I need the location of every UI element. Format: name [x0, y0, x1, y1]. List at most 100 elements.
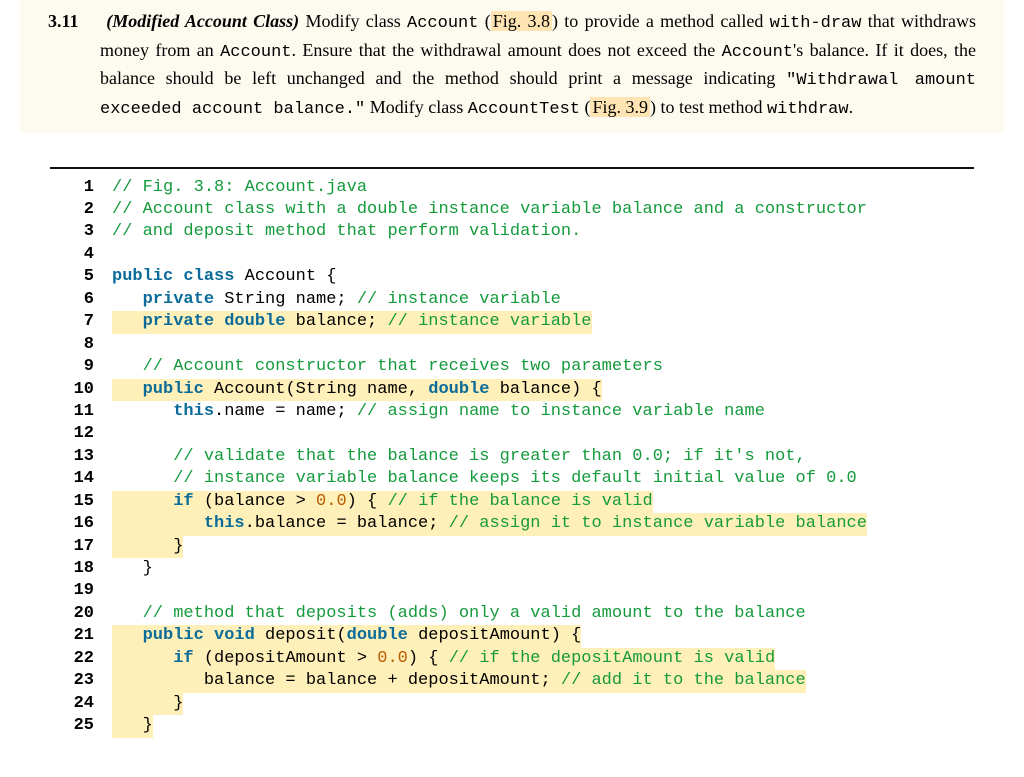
problem-title: (Modified Account Class): [106, 11, 299, 31]
code-line: 18 }: [50, 558, 984, 580]
line-number: 10: [50, 379, 112, 401]
code-identifier: }: [112, 559, 153, 578]
figure-ref: Fig. 3.9: [590, 97, 650, 117]
code-identifier: balance;: [296, 312, 388, 331]
code-identifier: (depositAmount >: [204, 649, 377, 668]
line-number: 8: [50, 334, 112, 356]
code-comment: // instance variable: [357, 290, 561, 309]
method-ref: with-: [770, 14, 821, 33]
line-number: 18: [50, 558, 112, 580]
code-line: 12: [50, 423, 984, 445]
code-identifier: }: [112, 716, 153, 735]
line-number: 7: [50, 311, 112, 333]
line-number: 9: [50, 356, 112, 378]
code-line: 15 if (balance > 0.0) { // if the balanc…: [50, 491, 984, 513]
code-comment: // method that deposits (adds) only a va…: [112, 604, 806, 623]
code-comment: // if the balance is valid: [387, 492, 652, 511]
code-line: 19: [50, 580, 984, 602]
line-number: 12: [50, 423, 112, 445]
code-line: 10 public Account(String name, double ba…: [50, 379, 984, 401]
method-ref: withdraw: [767, 100, 849, 119]
line-number: 22: [50, 648, 112, 670]
code-line: 24 }: [50, 693, 984, 715]
code-keyword: this: [112, 402, 214, 421]
code-line: 3// and deposit method that perform vali…: [50, 221, 984, 243]
code-separator: [50, 167, 974, 169]
code-line: 23 balance = balance + depositAmount; //…: [50, 670, 984, 692]
code-keyword: if: [112, 649, 204, 668]
line-number: 21: [50, 625, 112, 647]
code-keyword: public class: [112, 267, 245, 286]
code-line: 9 // Account constructor that receives t…: [50, 356, 984, 378]
code-literal: 0.0: [316, 492, 347, 511]
code-comment: // assign it to instance variable balanc…: [449, 514, 867, 533]
line-number: 3: [50, 221, 112, 243]
code-comment: // Fig. 3.8: Account.java: [112, 178, 367, 197]
code-comment: // Account constructor that receives two…: [112, 357, 663, 376]
code-line: 11 this.name = name; // assign name to i…: [50, 401, 984, 423]
line-number: 16: [50, 513, 112, 535]
line-number: 23: [50, 670, 112, 692]
code-comment: // assign name to instance variable name: [357, 402, 765, 421]
line-number: 14: [50, 468, 112, 490]
code-line: 7 private double balance; // instance va…: [50, 311, 984, 333]
code-identifier: Account: [245, 267, 327, 286]
class-ref: Account: [220, 43, 291, 62]
code-keyword: public: [112, 380, 214, 399]
code-identifier: }: [112, 537, 183, 556]
line-number: 11: [50, 401, 112, 423]
line-number: 20: [50, 603, 112, 625]
line-number: 19: [50, 580, 112, 602]
code-line: 6 private String name; // instance varia…: [50, 289, 984, 311]
code-identifier: Account(String name,: [214, 380, 428, 399]
code-line: 4: [50, 244, 984, 266]
code-line: 1// Fig. 3.8: Account.java: [50, 177, 984, 199]
code-comment: // and deposit method that perform valid…: [112, 222, 581, 241]
code-identifier: balance = balance + depositAmount;: [112, 671, 561, 690]
class-ref: Account: [407, 14, 478, 33]
code-literal: 0.0: [377, 649, 408, 668]
code-comment: // instance variable balance keeps its d…: [112, 469, 857, 488]
code-line: 25 }: [50, 715, 984, 737]
problem-statement-text: 3.11 (Modified Account Class) Modify cla…: [100, 8, 976, 123]
code-line: 8: [50, 334, 984, 356]
line-number: 1: [50, 177, 112, 199]
code-keyword: double: [428, 380, 499, 399]
problem-number: 3.11: [48, 8, 100, 34]
code-identifier: (balance >: [204, 492, 316, 511]
line-number: 4: [50, 244, 112, 266]
line-number: 25: [50, 715, 112, 737]
code-line: 22 if (depositAmount > 0.0) { // if the …: [50, 648, 984, 670]
line-number: 5: [50, 266, 112, 288]
line-number: 2: [50, 199, 112, 221]
code-comment: // add it to the balance: [561, 671, 806, 690]
code-identifier: }: [112, 694, 183, 713]
code-identifier: .balance = balance;: [245, 514, 449, 533]
code-keyword: if: [112, 492, 204, 511]
code-keyword: private double: [112, 312, 296, 331]
code-comment: // if the depositAmount is valid: [449, 649, 775, 668]
code-line: 20 // method that deposits (adds) only a…: [50, 603, 984, 625]
code-identifier: deposit(: [265, 626, 347, 645]
code-line: 21 public void deposit(double depositAmo…: [50, 625, 984, 647]
code-line: 17 }: [50, 536, 984, 558]
code-line: 16 this.balance = balance; // assign it …: [50, 513, 984, 535]
class-ref: Account: [722, 43, 793, 62]
class-ref: AccountTest: [468, 100, 580, 119]
code-keyword: this: [112, 514, 245, 533]
problem-statement-box: 3.11 (Modified Account Class) Modify cla…: [20, 0, 1004, 133]
line-number: 17: [50, 536, 112, 558]
code-comment: // Account class with a double instance …: [112, 200, 867, 219]
figure-ref: Fig. 3.8: [491, 11, 552, 31]
line-number: 13: [50, 446, 112, 468]
code-identifier: .name = name;: [214, 402, 357, 421]
code-identifier: balance) {: [500, 380, 602, 399]
code-comment: // validate that the balance is greater …: [112, 447, 806, 466]
line-number: 24: [50, 693, 112, 715]
code-line: 5public class Account {: [50, 266, 984, 288]
code-listing: 1// Fig. 3.8: Account.java 2// Account c…: [50, 177, 984, 738]
code-keyword: private: [112, 290, 224, 309]
code-line: 2// Account class with a double instance…: [50, 199, 984, 221]
code-identifier: String name;: [224, 290, 357, 309]
page: 3.11 (Modified Account Class) Modify cla…: [0, 0, 1024, 777]
